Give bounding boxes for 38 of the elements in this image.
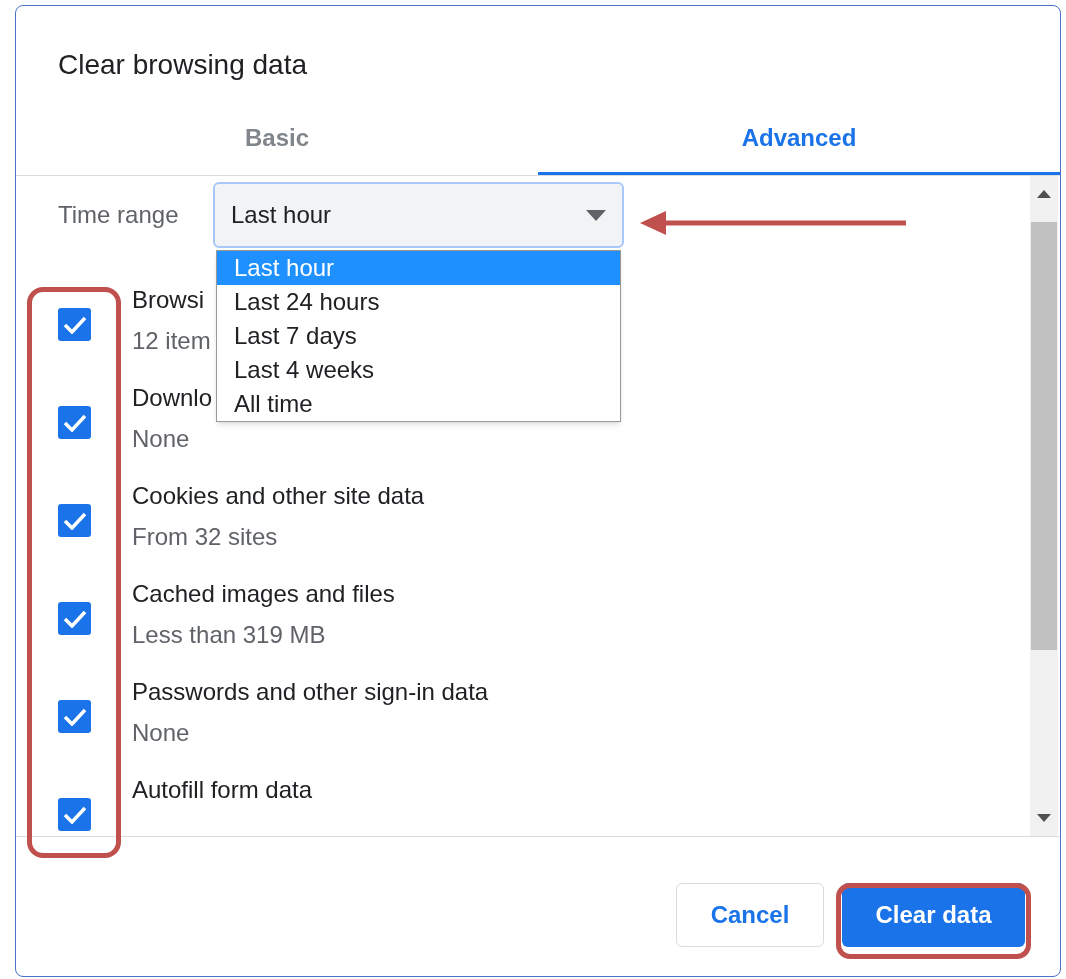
item-title: Browsi	[132, 285, 205, 315]
scrollbar[interactable]	[1030, 176, 1058, 836]
checkmark-icon	[62, 511, 87, 530]
tab[interactable]: Advanced	[538, 104, 1060, 175]
checkmark-icon	[62, 315, 87, 334]
item-detail: None	[132, 718, 191, 748]
item-title: Downlo	[132, 383, 213, 413]
checkbox[interactable]	[58, 700, 91, 733]
item-detail: Less than 319 MB	[132, 620, 327, 650]
item-detail: From 32 sites	[132, 522, 279, 552]
scroll-down-icon[interactable]	[1037, 814, 1051, 822]
tab[interactable]: Basic	[16, 104, 538, 175]
dropdown-option[interactable]: Last 24 hours	[217, 285, 620, 319]
time-range-label: Time range	[58, 200, 180, 230]
dropdown-option[interactable]: Last 4 weeks	[217, 353, 620, 387]
checkbox[interactable]	[58, 602, 91, 635]
dropdown-option[interactable]: Last 7 days	[217, 319, 620, 353]
checkmark-icon	[62, 413, 87, 432]
time-range-select[interactable]: Last hour	[213, 182, 624, 248]
item-title: Cached images and files	[132, 579, 395, 609]
scrollbar-thumb[interactable]	[1031, 222, 1057, 650]
item-detail: 12 item	[132, 326, 211, 356]
checkmark-icon	[62, 707, 87, 726]
scroll-up-icon[interactable]	[1037, 190, 1051, 198]
checkbox[interactable]	[58, 406, 91, 439]
checkbox[interactable]	[58, 504, 91, 537]
checkmark-icon	[62, 805, 87, 824]
item-detail: None	[132, 424, 191, 454]
cancel-button[interactable]: Cancel	[676, 883, 824, 947]
checkbox[interactable]	[58, 798, 91, 831]
item-title: Autofill form data	[132, 775, 313, 805]
item-title: Cookies and other site data	[132, 481, 425, 511]
item-title: Passwords and other sign-in data	[132, 677, 489, 707]
dropdown-option[interactable]: All time	[217, 387, 620, 421]
checkmark-icon	[62, 609, 87, 628]
dialog-title: Clear browsing data	[58, 48, 309, 82]
dropdown-caret-icon	[586, 209, 606, 221]
checkbox[interactable]	[58, 308, 91, 341]
